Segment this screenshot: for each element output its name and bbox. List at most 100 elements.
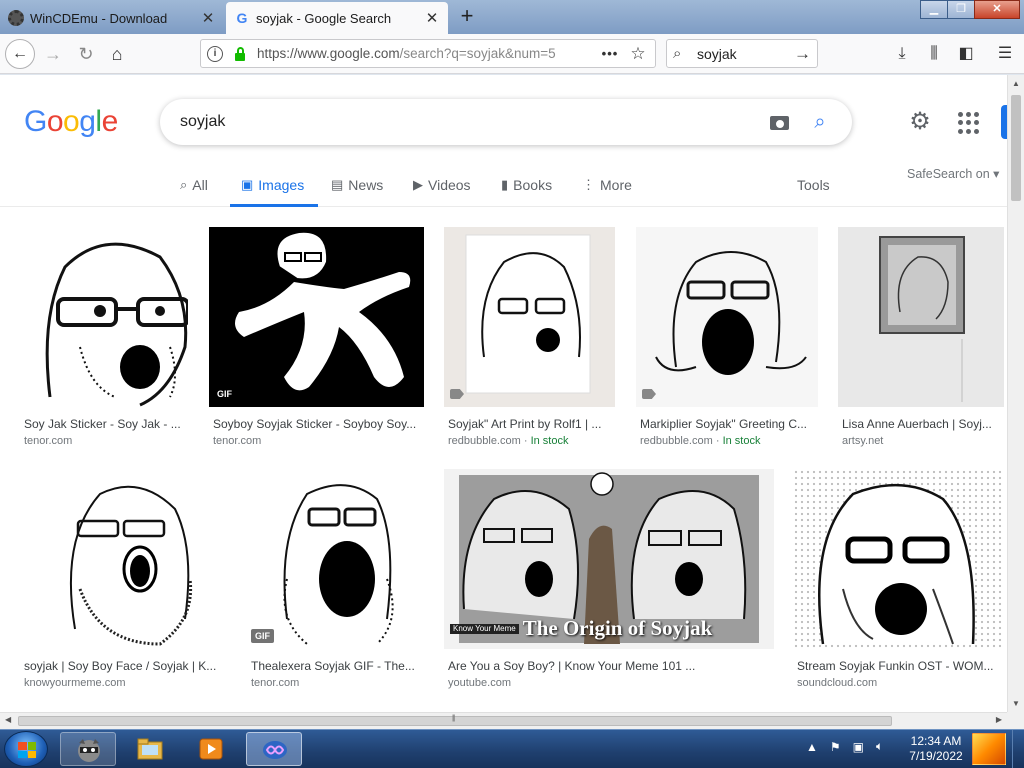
soyjak-open-mouth-image: [247, 469, 424, 649]
site-info-icon[interactable]: i: [207, 45, 223, 62]
menu-icon[interactable]: ☰: [993, 42, 1017, 66]
image-result[interactable]: GIF Soyboy Soyjak Sticker - Soyboy Soy..…: [209, 227, 424, 447]
result-thumbnail[interactable]: Know Your Meme The Origin of Soyjak: [444, 469, 774, 649]
browser-tab-google[interactable]: G soyjak - Google Search ✕: [226, 2, 448, 34]
image-result[interactable]: soyjak | Soy Boy Face / Soyjak | K... kn…: [20, 469, 228, 694]
soyjak-greeting-card-image: [636, 227, 818, 407]
result-thumbnail[interactable]: [20, 227, 188, 407]
volume-icon[interactable]: 🔈︎: [876, 739, 883, 754]
tab-books[interactable]: ▮ Books: [501, 177, 552, 193]
image-result[interactable]: Soyjak" Art Print by Rolf1 | ... redbubb…: [444, 227, 616, 447]
scroll-left-arrow[interactable]: ◀: [5, 715, 11, 724]
image-icon: ▣: [241, 177, 254, 192]
apps-grid-icon[interactable]: [958, 112, 980, 134]
reload-button[interactable]: ↻: [71, 39, 101, 69]
result-title[interactable]: Are You a Soy Boy? | Know Your Meme 101 …: [448, 659, 768, 673]
soyjak-art-print-image: [444, 227, 615, 407]
result-thumbnail[interactable]: [636, 227, 818, 407]
image-result[interactable]: Markiplier Soyjak" Greeting C... redbubb…: [636, 227, 818, 447]
tab-news[interactable]: ▤ News: [331, 177, 383, 193]
back-button[interactable]: ←: [5, 39, 35, 69]
start-button[interactable]: [4, 731, 48, 767]
close-tab-icon[interactable]: ✕: [424, 9, 440, 27]
result-source[interactable]: tenor.com: [213, 435, 261, 447]
google-logo[interactable]: Google: [24, 105, 118, 139]
result-title[interactable]: Soy Jak Sticker - Soy Jak - ...: [24, 417, 188, 431]
result-source[interactable]: soundcloud.com: [797, 677, 877, 689]
result-title[interactable]: Stream Soyjak Funkin OST - WOM...: [797, 659, 997, 673]
scroll-down-arrow[interactable]: ▼: [1008, 695, 1024, 712]
show-desktop-button[interactable]: [1012, 730, 1024, 768]
image-result[interactable]: Stream Soyjak Funkin OST - WOM... soundc…: [793, 469, 1004, 694]
google-search-query[interactable]: soyjak: [180, 113, 768, 131]
taskbar-clock[interactable]: 12:34 AM 7/19/2022: [906, 734, 966, 764]
tab-videos[interactable]: ▶ Videos: [413, 177, 471, 193]
result-source[interactable]: tenor.com: [251, 677, 299, 689]
result-thumbnail[interactable]: GIF: [247, 469, 424, 649]
safesearch-toggle[interactable]: SafeSearch on ▾: [907, 166, 999, 181]
close-window-button[interactable]: ✕: [974, 0, 1020, 19]
maximize-button[interactable]: ❐: [947, 0, 975, 19]
url-text[interactable]: https://www.google.com/search?q=soyjak&n…: [257, 46, 599, 61]
page-actions-icon[interactable]: •••: [599, 46, 621, 61]
result-source[interactable]: knowyourmeme.com: [24, 677, 125, 689]
search-submit-icon[interactable]: ⌕: [808, 111, 832, 134]
show-hidden-icons-arrow[interactable]: ▲: [806, 740, 818, 754]
new-tab-button[interactable]: +: [454, 4, 480, 30]
library-icon[interactable]: ⫼: [922, 42, 946, 66]
horizontal-scrollbar[interactable]: ◀ ||| ▶: [0, 712, 1007, 729]
result-title[interactable]: Soyjak" Art Print by Rolf1 | ...: [448, 417, 613, 431]
taskbar-app-raccoon[interactable]: [60, 732, 116, 766]
result-title[interactable]: soyjak | Soy Boy Face / Soyjak | K...: [24, 659, 224, 673]
tab-all[interactable]: ⌕ All: [180, 177, 208, 193]
result-source[interactable]: redbubble.com · In stock: [640, 435, 760, 447]
minimize-button[interactable]: ▁: [920, 0, 948, 19]
url-bar[interactable]: i https://www.google.com/search?q=soyjak…: [200, 39, 656, 68]
action-center-flag-icon[interactable]: ⚑: [830, 740, 841, 754]
taskbar-media-player[interactable]: [183, 732, 239, 766]
result-title[interactable]: Markiplier Soyjak" Greeting C...: [640, 417, 812, 431]
bookmark-star-icon[interactable]: ☆: [627, 44, 649, 64]
vertical-scrollbar[interactable]: ▲ ▼: [1007, 75, 1024, 712]
result-thumbnail[interactable]: [20, 469, 228, 649]
tools-button[interactable]: Tools: [797, 177, 830, 193]
browser-tab-wincdemu[interactable]: WinCDEmu - Download ✕: [0, 2, 224, 34]
sidebar-icon[interactable]: ◧: [954, 42, 978, 66]
google-search-box[interactable]: soyjak ⌕: [160, 99, 852, 145]
taskbar-firefox[interactable]: [246, 732, 302, 766]
user-picture-thumbnail[interactable]: [972, 733, 1006, 765]
downloads-icon[interactable]: ⤓: [890, 42, 914, 66]
home-button[interactable]: ⌂: [102, 39, 132, 69]
image-result[interactable]: Know Your Meme The Origin of Soyjak Are …: [444, 469, 774, 694]
result-thumbnail[interactable]: [793, 469, 1004, 649]
result-title[interactable]: Lisa Anne Auerbach | Soyj...: [842, 417, 1000, 431]
vertical-scroll-thumb[interactable]: [1011, 95, 1021, 201]
scroll-up-arrow[interactable]: ▲: [1008, 75, 1024, 92]
result-thumbnail[interactable]: [838, 227, 1004, 407]
result-source[interactable]: youtube.com: [448, 677, 511, 689]
window-controls: ▁ ❐ ✕: [920, 0, 1020, 19]
search-go-icon[interactable]: →: [794, 44, 811, 64]
image-result[interactable]: Soy Jak Sticker - Soy Jak - ... tenor.co…: [20, 227, 192, 447]
tab-more[interactable]: ⋮ More: [582, 177, 632, 193]
network-icon[interactable]: ▣: [853, 740, 864, 754]
settings-gear-icon[interactable]: ⚙: [906, 108, 934, 136]
browser-search-box[interactable]: ⌕ soyjak →: [666, 39, 818, 68]
result-title[interactable]: Thealexera Soyjak GIF - The...: [251, 659, 421, 673]
scroll-right-arrow[interactable]: ▶: [996, 715, 1002, 724]
camera-search-icon[interactable]: [768, 110, 792, 134]
close-tab-icon[interactable]: ✕: [200, 9, 216, 27]
result-title[interactable]: Soyboy Soyjak Sticker - Soyboy Soy...: [213, 417, 423, 431]
horizontal-scroll-thumb[interactable]: [18, 716, 892, 726]
image-result[interactable]: Lisa Anne Auerbach | Soyj... artsy.net: [838, 227, 1004, 447]
image-result[interactable]: GIF Thealexera Soyjak GIF - The... tenor…: [247, 469, 425, 694]
result-source[interactable]: artsy.net: [842, 435, 883, 447]
tab-images[interactable]: ▣ Images: [241, 177, 304, 193]
forward-button[interactable]: →: [38, 39, 68, 69]
clock-time: 12:34 AM: [910, 734, 962, 748]
result-thumbnail[interactable]: [444, 227, 615, 407]
result-source[interactable]: redbubble.com · In stock: [448, 435, 568, 447]
result-source[interactable]: tenor.com: [24, 435, 72, 447]
result-thumbnail[interactable]: GIF: [209, 227, 424, 407]
taskbar-file-explorer[interactable]: [122, 732, 178, 766]
